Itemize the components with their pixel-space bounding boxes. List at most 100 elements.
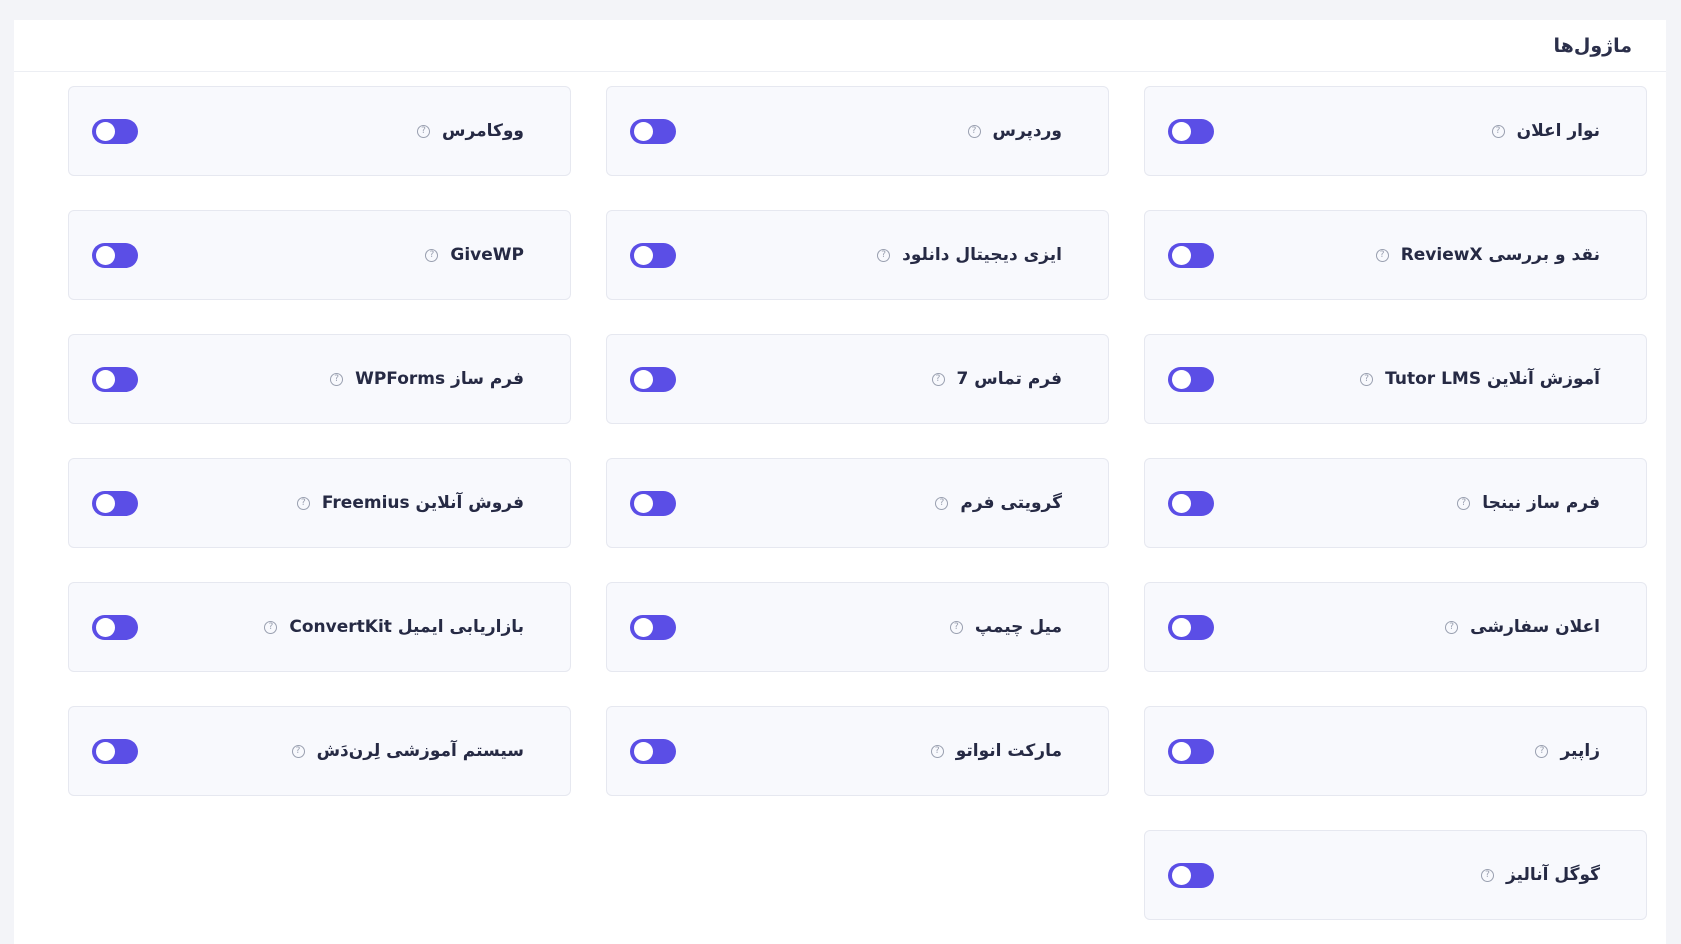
module-label-group: فرم تماس 7 ? (931, 369, 1062, 389)
module-toggle[interactable] (92, 242, 138, 268)
module-label: وردپرس (992, 121, 1063, 141)
question-circle-icon[interactable]: ? (1480, 868, 1494, 882)
module-label-group: زاپیر ? (1535, 741, 1600, 761)
toggle-knob (1172, 617, 1191, 637)
module-label-group: میل چیمپ ? (949, 617, 1062, 637)
module-card: GiveWP ? (68, 210, 571, 300)
module-card: زاپیر ? (1144, 706, 1647, 796)
module-label: ووکامرس (442, 121, 524, 141)
question-circle-icon[interactable]: ? (1457, 496, 1471, 510)
question-circle-icon[interactable]: ? (949, 620, 963, 634)
question-circle-icon[interactable]: ? (1491, 124, 1505, 138)
module-toggle[interactable] (630, 242, 676, 268)
module-card: مارکت انواتو ? (606, 706, 1109, 796)
question-circle-icon[interactable]: ? (330, 372, 344, 386)
module-card: میل چیمپ ? (606, 582, 1109, 672)
module-label-group: وردپرس ? (967, 121, 1063, 141)
module-card: گرویتی فرم ? (606, 458, 1109, 548)
toggle-knob (96, 741, 115, 761)
question-circle-icon[interactable]: ? (931, 372, 945, 386)
module-label: فرم ساز WPForms (355, 369, 524, 389)
scrollbar-track[interactable] (1667, 20, 1681, 944)
module-label: فرم تماس 7 (956, 369, 1062, 389)
toggle-knob (1172, 121, 1191, 141)
module-label: فروش آنلاین Freemius (321, 493, 524, 513)
module-card: فروش آنلاین Freemius ? (68, 458, 571, 548)
question-circle-icon[interactable]: ? (1360, 372, 1374, 386)
toggle-knob (96, 369, 115, 389)
module-toggle[interactable] (1168, 118, 1214, 144)
module-card: بازاریابی ایمیل ConvertKit ? (68, 582, 571, 672)
module-card: فرم ساز نینجا ? (1144, 458, 1647, 548)
question-circle-icon[interactable]: ? (291, 744, 305, 758)
module-label-group: فروش آنلاین Freemius ? (296, 493, 524, 513)
module-label-group: آموزش آنلاین Tutor LMS ? (1360, 369, 1600, 389)
module-label-group: نقد و بررسی ReviewX ? (1375, 245, 1600, 265)
module-toggle[interactable] (1168, 614, 1214, 640)
toggle-knob (1172, 865, 1191, 885)
question-circle-icon[interactable]: ? (1445, 620, 1459, 634)
module-card: سیستم آموزشی لِرن‌دَش ? (68, 706, 571, 796)
module-toggle[interactable] (630, 366, 676, 392)
module-card: ووکامرس ? (68, 86, 571, 176)
question-circle-icon[interactable]: ? (877, 248, 891, 262)
module-label: فرم ساز نینجا (1482, 493, 1600, 513)
module-card: فرم ساز WPForms ? (68, 334, 571, 424)
module-grid: نوار اعلان ? وردپرس ? ووکامرس ? نقد و بر… (67, 86, 1647, 920)
module-card: گوگل آنالیز ? (1144, 830, 1647, 920)
module-toggle[interactable] (630, 738, 676, 764)
panel-header: ماژول‌ها (14, 20, 1666, 72)
toggle-knob (634, 741, 653, 761)
module-toggle[interactable] (1168, 490, 1214, 516)
module-label: مارکت انواتو (955, 741, 1062, 761)
question-circle-icon[interactable]: ? (1535, 744, 1549, 758)
toggle-knob (634, 369, 653, 389)
module-toggle[interactable] (92, 614, 138, 640)
toggle-knob (634, 121, 653, 141)
question-circle-icon[interactable]: ? (425, 248, 439, 262)
module-label-group: ووکامرس ? (417, 121, 524, 141)
module-toggle[interactable] (1168, 242, 1214, 268)
module-toggle[interactable] (1168, 738, 1214, 764)
module-toggle[interactable] (630, 614, 676, 640)
module-toggle[interactable] (92, 490, 138, 516)
module-label: زاپیر (1560, 741, 1600, 761)
module-toggle[interactable] (1168, 862, 1214, 888)
module-card: وردپرس ? (606, 86, 1109, 176)
module-label-group: سیستم آموزشی لِرن‌دَش ? (291, 741, 524, 761)
module-toggle[interactable] (92, 118, 138, 144)
question-circle-icon[interactable]: ? (1375, 248, 1389, 262)
question-circle-icon[interactable]: ? (296, 496, 310, 510)
module-label-group: ایزی دیجیتال دانلود ? (877, 245, 1062, 265)
toggle-knob (634, 493, 653, 513)
question-circle-icon[interactable]: ? (264, 620, 278, 634)
module-label: میل چیمپ (974, 617, 1062, 637)
module-label-group: نوار اعلان ? (1491, 121, 1600, 141)
module-label: گوگل آنالیز (1505, 865, 1600, 885)
question-circle-icon[interactable]: ? (930, 744, 944, 758)
module-toggle[interactable] (92, 366, 138, 392)
module-toggle[interactable] (630, 490, 676, 516)
module-toggle[interactable] (630, 118, 676, 144)
toggle-knob (96, 617, 115, 637)
module-toggle[interactable] (92, 738, 138, 764)
module-card: ایزی دیجیتال دانلود ? (606, 210, 1109, 300)
module-label: GiveWP (450, 245, 524, 265)
module-card: آموزش آنلاین Tutor LMS ? (1144, 334, 1647, 424)
module-card: فرم تماس 7 ? (606, 334, 1109, 424)
question-circle-icon[interactable]: ? (967, 124, 981, 138)
toggle-knob (1172, 741, 1191, 761)
toggle-knob (96, 121, 115, 141)
module-label-group: فرم ساز WPForms ? (330, 369, 524, 389)
page-title: ماژول‌ها (1553, 34, 1632, 57)
question-circle-icon[interactable]: ? (935, 496, 949, 510)
module-label: نوار اعلان (1516, 121, 1600, 141)
question-circle-icon[interactable]: ? (417, 124, 431, 138)
module-card: اعلان سفارشی ? (1144, 582, 1647, 672)
module-toggle[interactable] (1168, 366, 1214, 392)
module-label-group: اعلان سفارشی ? (1445, 617, 1600, 637)
module-label: گرویتی فرم (960, 493, 1062, 513)
toggle-knob (1172, 369, 1191, 389)
toggle-knob (634, 245, 653, 265)
toggle-knob (634, 617, 653, 637)
